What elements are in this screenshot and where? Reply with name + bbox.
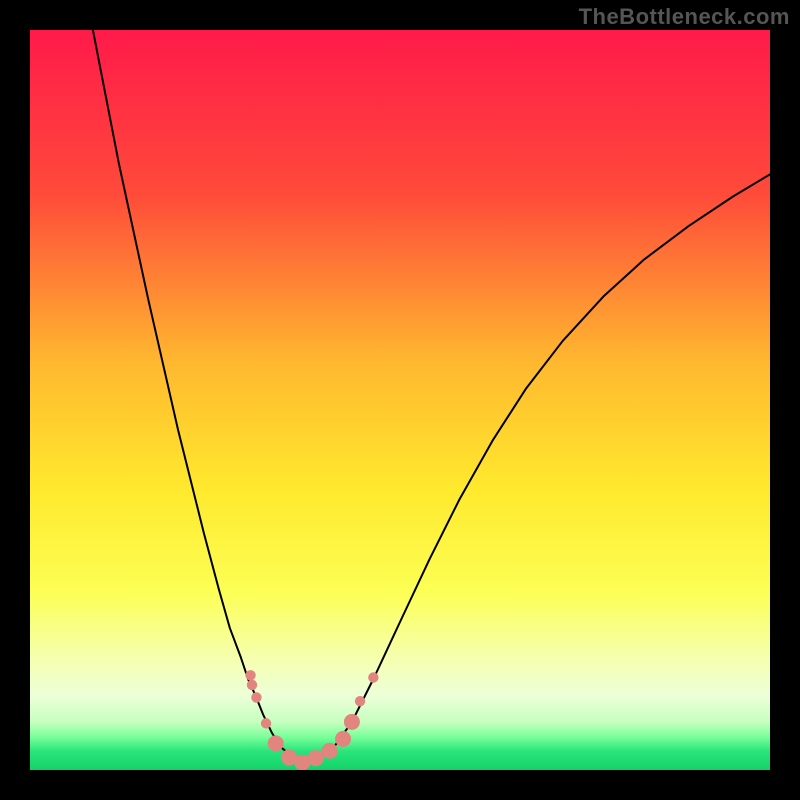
marker-dot [251, 692, 261, 702]
gradient-background [30, 30, 770, 770]
watermark-label: TheBottleneck.com [579, 4, 790, 30]
marker-dot [268, 735, 284, 751]
chart-root: TheBottleneck.com [0, 0, 800, 800]
marker-dot [368, 672, 378, 682]
marker-dot [355, 696, 365, 706]
marker-dot [335, 731, 351, 747]
marker-dot [245, 670, 255, 680]
marker-dot [261, 718, 271, 728]
marker-dot [322, 743, 338, 759]
marker-dot [344, 714, 360, 730]
marker-dot [308, 750, 324, 766]
marker-dot [247, 680, 257, 690]
plot-area [30, 30, 770, 770]
chart-svg [30, 30, 770, 770]
